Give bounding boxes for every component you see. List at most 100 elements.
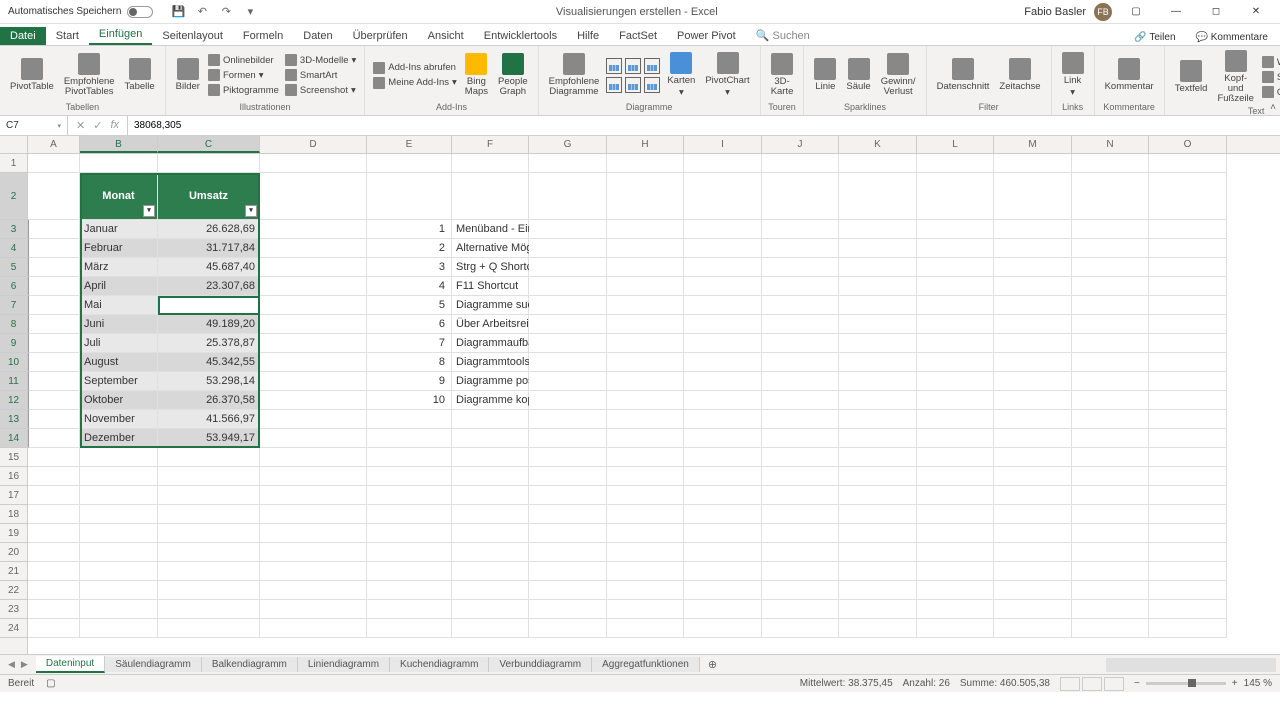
cell[interactable] xyxy=(762,391,839,410)
cell[interactable] xyxy=(80,600,158,619)
cell[interactable] xyxy=(28,562,80,581)
recommended-pivot-button[interactable]: Empfohlene PivotTables xyxy=(60,51,119,99)
row-header[interactable]: 11 xyxy=(0,372,27,391)
cell[interactable] xyxy=(607,448,684,467)
cell[interactable] xyxy=(529,334,607,353)
smartart-button[interactable]: SmartArt xyxy=(283,68,358,82)
cell[interactable] xyxy=(607,315,684,334)
cell[interactable] xyxy=(452,173,529,220)
bing-maps-button[interactable]: Bing Maps xyxy=(461,51,492,99)
cell[interactable] xyxy=(1072,391,1149,410)
cell[interactable] xyxy=(917,619,994,638)
cell[interactable]: Diagramme suchen xyxy=(452,296,529,315)
cell[interactable] xyxy=(684,600,762,619)
cell[interactable] xyxy=(1072,467,1149,486)
textbox-button[interactable]: Textfeld xyxy=(1171,58,1212,96)
tab-layout[interactable]: Seitenlayout xyxy=(152,27,233,45)
cell[interactable] xyxy=(917,467,994,486)
cell[interactable] xyxy=(260,524,367,543)
row-header[interactable]: 3 xyxy=(0,220,27,239)
cell[interactable] xyxy=(1072,220,1149,239)
cell[interactable] xyxy=(260,562,367,581)
cell[interactable] xyxy=(158,524,260,543)
cell[interactable] xyxy=(1149,353,1227,372)
cell[interactable]: Diagramme positionieren mit Alt xyxy=(452,372,529,391)
cell[interactable] xyxy=(367,410,452,429)
cell[interactable] xyxy=(529,410,607,429)
cell[interactable] xyxy=(28,448,80,467)
cell[interactable] xyxy=(28,600,80,619)
cell[interactable] xyxy=(917,600,994,619)
cell[interactable] xyxy=(260,296,367,315)
cell[interactable] xyxy=(452,562,529,581)
cell[interactable] xyxy=(762,467,839,486)
signature-button[interactable]: Signaturzeile ▾ xyxy=(1260,70,1280,84)
cell[interactable] xyxy=(28,277,80,296)
cell[interactable] xyxy=(994,239,1072,258)
cell[interactable]: 23.307,68 xyxy=(158,277,260,296)
cell[interactable] xyxy=(917,277,994,296)
cell[interactable]: Februar xyxy=(80,239,158,258)
cell[interactable] xyxy=(529,258,607,277)
cell[interactable] xyxy=(260,220,367,239)
cell[interactable] xyxy=(260,600,367,619)
cell[interactable] xyxy=(158,581,260,600)
cell[interactable]: F11 Shortcut xyxy=(452,277,529,296)
cell[interactable] xyxy=(1072,315,1149,334)
cell[interactable] xyxy=(260,448,367,467)
cell[interactable] xyxy=(367,581,452,600)
sheet-tab[interactable]: Balkendiagramm xyxy=(202,657,298,672)
maximize-icon[interactable]: ◻ xyxy=(1200,2,1232,22)
slicer-button[interactable]: Datenschnitt xyxy=(933,56,994,94)
filter-icon[interactable]: ▾ xyxy=(143,205,155,217)
tab-insert[interactable]: Einfügen xyxy=(89,25,152,45)
cell[interactable]: 26.370,58 xyxy=(158,391,260,410)
cell[interactable] xyxy=(994,505,1072,524)
cell[interactable] xyxy=(684,353,762,372)
col-header[interactable]: C xyxy=(158,136,260,153)
cell[interactable] xyxy=(529,353,607,372)
cell[interactable] xyxy=(529,277,607,296)
col-header[interactable]: D xyxy=(260,136,367,153)
row-header[interactable]: 8 xyxy=(0,315,27,334)
cell[interactable] xyxy=(994,543,1072,562)
cell[interactable] xyxy=(1149,448,1227,467)
cell[interactable] xyxy=(839,486,917,505)
cell[interactable] xyxy=(452,429,529,448)
col-header[interactable]: K xyxy=(839,136,917,153)
cell[interactable] xyxy=(452,581,529,600)
cell[interactable] xyxy=(994,467,1072,486)
cell[interactable] xyxy=(1072,154,1149,173)
my-addins-button[interactable]: Meine Add-Ins ▾ xyxy=(371,76,459,90)
col-header[interactable]: B xyxy=(80,136,158,153)
tab-help[interactable]: Hilfe xyxy=(567,27,609,45)
cell[interactable] xyxy=(367,505,452,524)
cell[interactable] xyxy=(762,277,839,296)
cell[interactable] xyxy=(1149,258,1227,277)
cell[interactable] xyxy=(839,505,917,524)
zoom-in-icon[interactable]: + xyxy=(1232,678,1238,689)
autosave-toggle[interactable]: Automatisches Speichern xyxy=(0,6,161,18)
cell[interactable] xyxy=(839,353,917,372)
row-header[interactable]: 18 xyxy=(0,505,27,524)
cell[interactable] xyxy=(994,296,1072,315)
tab-view[interactable]: Ansicht xyxy=(418,27,474,45)
cell[interactable] xyxy=(994,334,1072,353)
collapse-ribbon-icon[interactable]: ˄ xyxy=(1270,102,1276,113)
cell[interactable] xyxy=(917,543,994,562)
cell[interactable] xyxy=(762,334,839,353)
cell[interactable] xyxy=(762,486,839,505)
cell[interactable] xyxy=(1072,505,1149,524)
cell[interactable] xyxy=(684,258,762,277)
cell[interactable] xyxy=(1149,173,1227,220)
row-header[interactable]: 12 xyxy=(0,391,27,410)
row-header[interactable]: 23 xyxy=(0,600,27,619)
tab-powerpivot[interactable]: Power Pivot xyxy=(667,27,746,45)
cell[interactable] xyxy=(28,391,80,410)
cell[interactable] xyxy=(452,524,529,543)
tab-start[interactable]: Start xyxy=(46,27,89,45)
cell[interactable] xyxy=(684,562,762,581)
view-normal-icon[interactable] xyxy=(1060,677,1080,691)
cell[interactable] xyxy=(367,562,452,581)
cell[interactable] xyxy=(994,220,1072,239)
